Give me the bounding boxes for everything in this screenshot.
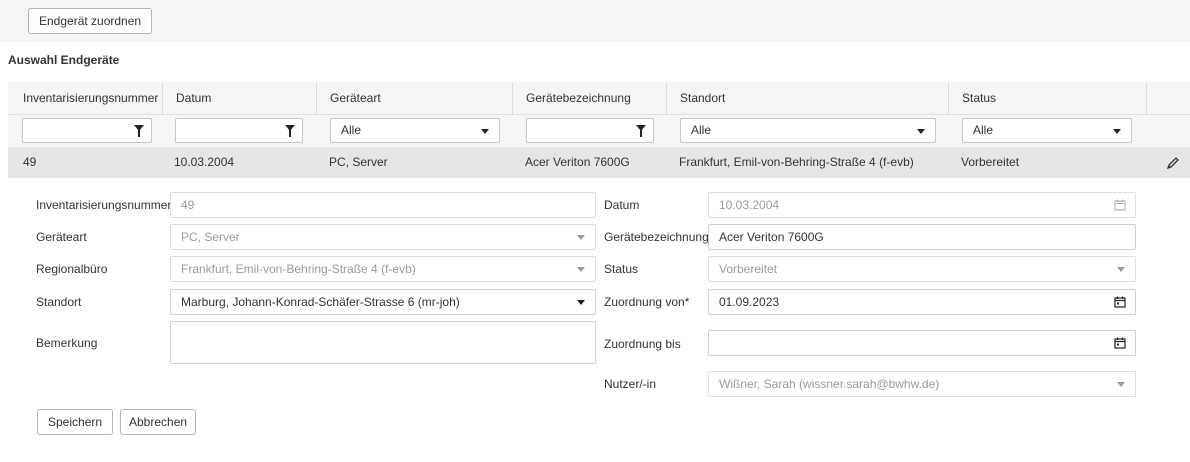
- filter-geraeteart-value: Alle: [341, 123, 362, 137]
- inventarnummer-field: 49: [170, 192, 596, 218]
- save-button[interactable]: Speichern: [37, 409, 114, 435]
- edit-pencil-icon[interactable]: [1166, 156, 1180, 170]
- filter-icon[interactable]: [636, 125, 646, 137]
- column-header-status[interactable]: Status: [948, 82, 1146, 115]
- standort-value: Marburg, Johann-Konrad-Schäfer-Strasse 6…: [181, 295, 460, 309]
- zuordnung-bis-field[interactable]: [708, 330, 1136, 356]
- nutzer-value: Wißner, Sarah (wissner.sarah@bwhw.de): [719, 377, 940, 391]
- cell-inventarnummer: 49: [23, 155, 37, 169]
- cell-geraeteart: PC, Server: [329, 155, 388, 169]
- filter-datum-input[interactable]: [175, 118, 303, 143]
- label-geraeteart: Geräteart: [36, 230, 87, 244]
- chevron-down-icon: [1117, 267, 1125, 272]
- cell-status: Vorbereitet: [961, 155, 1020, 169]
- label-zuordnung-bis: Zuordnung bis: [604, 337, 681, 351]
- label-regionalbuero: Regionalbüro: [36, 262, 108, 276]
- column-header-geraeteart[interactable]: Geräteart: [316, 82, 512, 115]
- filter-status-value: Alle: [973, 123, 994, 137]
- bezeichnung-value: Acer Veriton 7600G: [719, 230, 824, 244]
- filter-standort-select[interactable]: Alle: [680, 118, 936, 143]
- table-row[interactable]: 49 10.03.2004 PC, Server Acer Veriton 76…: [8, 147, 1190, 178]
- label-datum: Datum: [604, 198, 640, 212]
- label-nutzer: Nutzer/-in: [604, 377, 657, 391]
- status-value: Vorbereitet: [719, 262, 778, 276]
- column-header-actions: [1146, 82, 1190, 115]
- label-bezeichnung: Gerätebezeichnung: [604, 230, 709, 244]
- filter-icon[interactable]: [134, 125, 144, 137]
- calendar-icon[interactable]: [1114, 296, 1126, 308]
- regionalbuero-select: Frankfurt, Emil-von-Behring-Straße 4 (f-…: [170, 256, 596, 282]
- zuordnung-von-field[interactable]: 01.09.2023: [708, 289, 1136, 315]
- chevron-down-icon: [577, 235, 585, 240]
- bemerkung-textarea[interactable]: [170, 321, 596, 364]
- grid-header: Inventarisierungsnummer Datum Geräteart …: [8, 82, 1190, 115]
- status-select: Vorbereitet: [708, 256, 1136, 282]
- column-header-inventarnummer[interactable]: Inventarisierungsnummer: [8, 82, 162, 115]
- filter-icon[interactable]: [285, 125, 295, 137]
- assign-device-button[interactable]: Endgerät zuordnen: [28, 8, 153, 34]
- filter-status-select[interactable]: Alle: [962, 118, 1132, 143]
- label-zuordnung-von: Zuordnung von*: [604, 295, 690, 309]
- chevron-down-icon: [481, 129, 489, 134]
- zuordnung-von-value: 01.09.2023: [719, 295, 780, 309]
- geraeteart-select: PC, Server: [170, 224, 596, 250]
- chevron-down-icon: [577, 300, 585, 305]
- cell-datum: 10.03.2004: [174, 155, 235, 169]
- standort-select[interactable]: Marburg, Johann-Konrad-Schäfer-Strasse 6…: [170, 289, 596, 315]
- label-status: Status: [604, 262, 639, 276]
- calendar-icon: [1114, 199, 1126, 211]
- calendar-icon[interactable]: [1114, 337, 1126, 349]
- datum-field: 10.03.2004: [708, 192, 1136, 218]
- chevron-down-icon: [917, 129, 925, 134]
- regionalbuero-value: Frankfurt, Emil-von-Behring-Straße 4 (f-…: [181, 262, 416, 276]
- filter-row: Alle Alle Alle: [8, 115, 1190, 147]
- label-inventarnummer: Inventarisierungsnummer: [36, 198, 172, 212]
- inventarnummer-value: 49: [181, 198, 195, 212]
- geraeteart-value: PC, Server: [181, 230, 240, 244]
- label-standort: Standort: [36, 295, 82, 309]
- filter-standort-value: Alle: [691, 123, 712, 137]
- column-header-standort[interactable]: Standort: [666, 82, 948, 115]
- datum-value: 10.03.2004: [719, 198, 780, 212]
- nutzer-select: Wißner, Sarah (wissner.sarah@bwhw.de): [708, 371, 1136, 397]
- cell-standort: Frankfurt, Emil-von-Behring-Straße 4 (f-…: [679, 155, 914, 169]
- label-bemerkung: Bemerkung: [36, 336, 98, 350]
- column-header-bezeichnung[interactable]: Gerätebezeichnung: [512, 82, 666, 115]
- filter-geraeteart-select[interactable]: Alle: [330, 118, 500, 143]
- filter-inventarnummer-input[interactable]: [22, 118, 152, 143]
- chevron-down-icon: [1113, 129, 1121, 134]
- toolbar: Endgerät zuordnen: [0, 0, 1190, 42]
- bezeichnung-field[interactable]: Acer Veriton 7600G: [708, 224, 1136, 250]
- filter-bezeichnung-input[interactable]: [526, 118, 654, 143]
- column-header-datum[interactable]: Datum: [162, 82, 316, 115]
- section-title: Auswahl Endgeräte: [8, 53, 120, 67]
- chevron-down-icon: [577, 267, 585, 272]
- cell-bezeichnung: Acer Veriton 7600G: [525, 155, 630, 169]
- chevron-down-icon: [1117, 382, 1125, 387]
- cancel-button[interactable]: Abbrechen: [120, 409, 197, 435]
